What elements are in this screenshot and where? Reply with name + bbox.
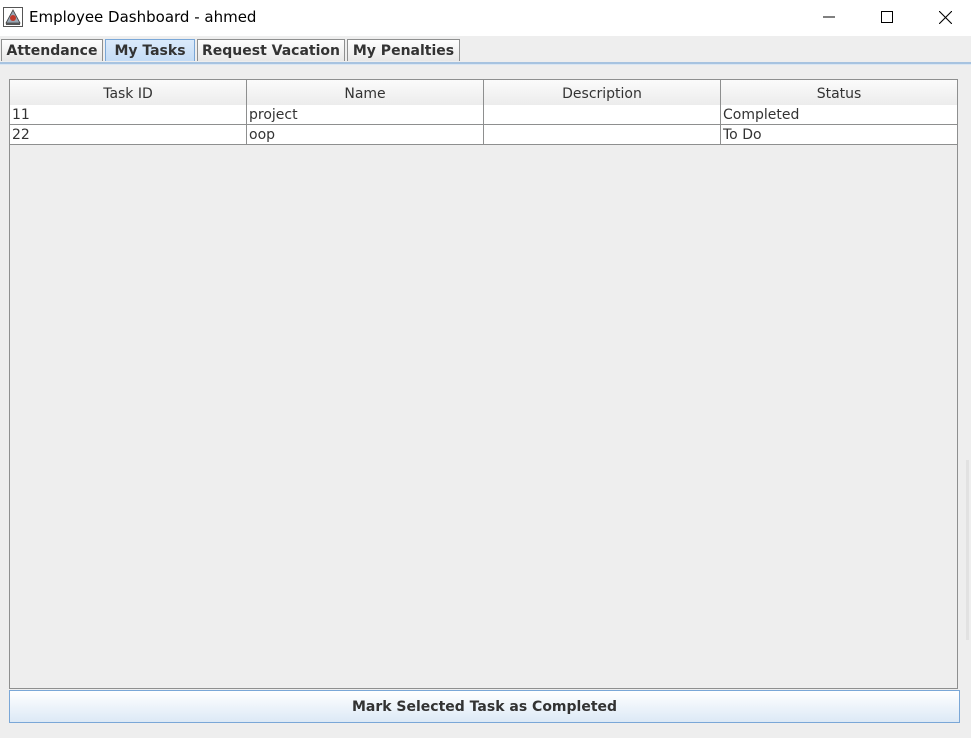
cell-task-id[interactable]: 22 — [10, 125, 247, 144]
window-title: Employee Dashboard - ahmed — [29, 8, 257, 26]
title-bar[interactable]: Employee Dashboard - ahmed — [0, 0, 971, 36]
column-header-description[interactable]: Description — [484, 80, 721, 105]
minimize-icon — [823, 16, 835, 18]
minimize-button[interactable] — [800, 0, 858, 34]
tab-my-tasks[interactable]: My Tasks — [105, 39, 195, 61]
maximize-icon — [881, 11, 893, 23]
java-app-icon — [3, 7, 23, 27]
cell-description[interactable] — [484, 125, 721, 144]
window-bottom-edge — [0, 724, 971, 738]
window-right-edge — [966, 460, 969, 640]
maximize-button[interactable] — [858, 0, 916, 34]
tab-my-penalties[interactable]: My Penalties — [347, 39, 460, 61]
tab-strip: Attendance My Tasks Request Vacation My … — [0, 36, 971, 64]
tab-label: Attendance — [6, 42, 98, 59]
tab-request-vacation[interactable]: Request Vacation — [197, 39, 345, 61]
table-header: Task ID Name Description Status — [10, 80, 957, 106]
table-body: 11 project Completed 22 oop To Do — [10, 105, 957, 145]
column-header-status[interactable]: Status — [721, 80, 957, 105]
cell-name[interactable]: oop — [247, 125, 484, 144]
close-button[interactable] — [916, 0, 971, 34]
cell-task-id[interactable]: 11 — [10, 105, 247, 124]
cell-description[interactable] — [484, 105, 721, 124]
cell-status[interactable]: To Do — [721, 125, 957, 144]
tab-label: My Penalties — [352, 42, 455, 59]
table-row[interactable]: 22 oop To Do — [10, 125, 957, 145]
cell-status[interactable]: Completed — [721, 105, 957, 124]
tab-content-border-light — [0, 64, 971, 65]
tasks-table-scrollpane[interactable]: Task ID Name Description Status 11 proje… — [9, 79, 958, 689]
mark-completed-button[interactable]: Mark Selected Task as Completed — [9, 690, 960, 723]
close-icon — [938, 10, 952, 24]
tab-attendance[interactable]: Attendance — [1, 39, 103, 61]
column-header-task-id[interactable]: Task ID — [10, 80, 247, 105]
column-header-name[interactable]: Name — [247, 80, 484, 105]
table-row[interactable]: 11 project Completed — [10, 105, 957, 125]
tab-label: My Tasks — [114, 42, 186, 59]
employee-dashboard-window: Employee Dashboard - ahmed Attendance My… — [0, 0, 971, 738]
tab-label: Request Vacation — [202, 42, 340, 59]
cell-name[interactable]: project — [247, 105, 484, 124]
mark-completed-label: Mark Selected Task as Completed — [351, 698, 618, 715]
